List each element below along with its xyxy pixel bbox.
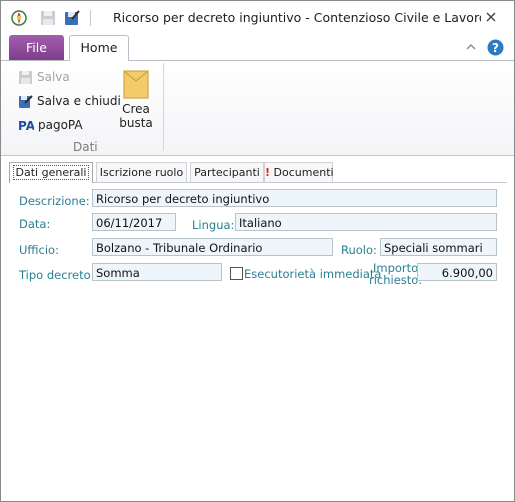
save-icon <box>19 70 32 84</box>
application-window: Ricorso per decreto ingiuntivo - Contenz… <box>0 0 515 502</box>
tab-dati-generali-label: Dati generali <box>12 165 90 180</box>
salva-chiudi-button[interactable]: Salva e chiudi <box>18 92 121 110</box>
lingua-field[interactable]: Italiano <box>235 213 497 231</box>
busta-label: busta <box>119 116 153 130</box>
tab-documenti-label: Documenti <box>273 166 334 179</box>
save-icon[interactable] <box>39 9 57 27</box>
tab-home[interactable]: Home <box>69 35 129 61</box>
importo-field[interactable]: 6.900,00 <box>417 263 497 281</box>
salva-button[interactable]: Salva <box>18 68 70 86</box>
tab-file[interactable]: File <box>9 35 64 60</box>
alert-icon: ! <box>265 166 271 179</box>
data-field[interactable]: 06/11/2017 <box>92 213 176 231</box>
crea-busta-button[interactable]: Crea busta <box>117 69 155 130</box>
save-close-icon[interactable] <box>63 9 81 27</box>
close-icon[interactable] <box>484 10 498 24</box>
descrizione-label: Descrizione: <box>19 194 90 208</box>
data-label: Data: <box>19 217 51 231</box>
tab-iscrizione-ruolo[interactable]: Iscrizione ruolo <box>96 162 187 182</box>
salva-chiudi-label: Salva e chiudi <box>37 94 121 108</box>
pagopa-button[interactable]: PA pagoPA <box>18 116 83 134</box>
quick-access-separator <box>90 10 91 26</box>
tab-documenti[interactable]: ! Documenti <box>264 162 334 182</box>
pagopa-label: pagoPA <box>38 118 83 132</box>
esecutorieta-label: Esecutorietà immediata <box>244 267 382 281</box>
chevron-up-icon[interactable] <box>466 42 476 52</box>
tipo-decreto-label: Tipo decreto: <box>19 268 95 282</box>
ufficio-field[interactable]: Bolzano - Tribunale Ordinario <box>92 238 333 256</box>
crea-label: Crea <box>122 102 150 116</box>
esecutorieta-checkbox[interactable] <box>230 267 243 280</box>
app-emblem-icon[interactable] <box>10 9 28 27</box>
tab-dati-generali[interactable]: Dati generali <box>9 162 93 183</box>
importo-label-line2: richiesto: <box>369 273 423 287</box>
svg-text:PA: PA <box>18 119 34 132</box>
lingua-label: Lingua: <box>192 218 235 232</box>
ruolo-field[interactable]: Speciali sommari <box>380 238 497 256</box>
group-label-dati: Dati <box>73 140 98 154</box>
importo-label: Importo richiesto: <box>369 262 422 286</box>
pagopa-logo-icon: PA <box>18 119 34 132</box>
ribbon-tabs: File Home ? <box>1 35 514 61</box>
ufficio-label: Ufficio: <box>19 243 59 257</box>
tipo-decreto-field[interactable]: Somma <box>92 263 222 281</box>
tab-partecipanti[interactable]: Partecipanti <box>190 162 264 182</box>
help-icon[interactable]: ? <box>487 39 504 56</box>
window-title: Ricorso per decreto ingiuntivo - Contenz… <box>113 10 481 25</box>
ruolo-label: Ruolo: <box>341 243 377 257</box>
envelope-icon <box>123 70 149 99</box>
ribbon-panel: Salva Salva e chiudi PA pagoPA Crea bust… <box>1 60 514 156</box>
group-separator <box>163 63 164 151</box>
salva-label: Salva <box>37 70 70 84</box>
save-close-icon <box>19 94 33 108</box>
descrizione-field[interactable]: Ricorso per decreto ingiuntivo <box>92 189 497 207</box>
title-bar: Ricorso per decreto ingiuntivo - Contenz… <box>1 1 514 35</box>
svg-text:?: ? <box>492 41 499 55</box>
